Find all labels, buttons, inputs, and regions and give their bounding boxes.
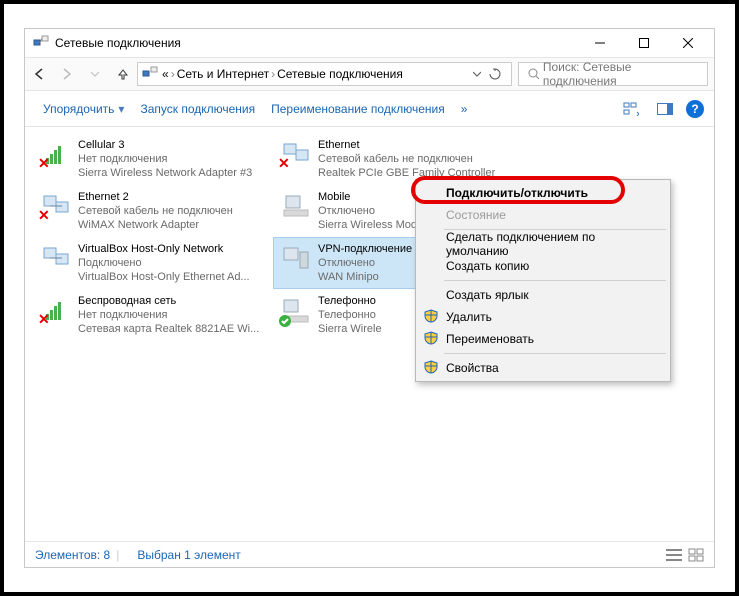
window-title: Сетевые подключения xyxy=(55,36,578,50)
connection-item[interactable]: ✕ Беспроводная сетьНет подключенияСетева… xyxy=(33,289,273,341)
history-dropdown[interactable] xyxy=(471,70,483,78)
vpn-icon xyxy=(280,242,312,274)
ctx-create-copy[interactable]: Создать копию xyxy=(418,255,668,277)
modem-icon xyxy=(280,190,312,222)
shield-icon xyxy=(424,360,438,374)
breadcrumb[interactable]: « › Сеть и Интернет › Сетевые подключени… xyxy=(137,62,512,86)
ctx-state: Состояние xyxy=(418,204,668,226)
details-view-button[interactable] xyxy=(666,548,682,562)
minimize-button[interactable] xyxy=(578,29,622,57)
large-icons-view-button[interactable] xyxy=(688,548,704,562)
x-overlay-icon: ✕ xyxy=(278,155,290,172)
overflow-button[interactable]: » xyxy=(453,96,476,122)
up-button[interactable] xyxy=(109,60,137,88)
maximize-button[interactable] xyxy=(622,29,666,57)
rename-connection-button[interactable]: Переименование подключения xyxy=(263,96,453,122)
close-button[interactable] xyxy=(666,29,710,57)
x-overlay-icon: ✕ xyxy=(38,155,50,172)
ctx-rename[interactable]: Переименовать xyxy=(418,328,668,350)
dialup-icon xyxy=(280,294,312,326)
search-input[interactable]: Поиск: Сетевые подключения xyxy=(518,62,708,86)
ctx-connect-disconnect[interactable]: Подключить/отключить xyxy=(418,182,668,204)
ctx-properties[interactable]: Свойства xyxy=(418,357,668,379)
preview-pane-button[interactable] xyxy=(652,97,678,121)
ctx-create-shortcut[interactable]: Создать ярлык xyxy=(418,284,668,306)
chevron-right-icon[interactable]: › xyxy=(269,67,277,81)
help-button[interactable]: ? xyxy=(686,100,704,118)
connection-item[interactable]: ✕ Cellular 3Нет подключенияSierra Wirele… xyxy=(33,133,273,185)
back-button[interactable] xyxy=(25,60,53,88)
titlebar: Сетевые подключения xyxy=(25,29,714,57)
selection-count: Выбран 1 элемент xyxy=(137,548,240,562)
check-overlay-icon xyxy=(278,314,292,328)
view-options-button[interactable] xyxy=(618,97,644,121)
ctx-delete[interactable]: Удалить xyxy=(418,306,668,328)
context-menu: Подключить/отключить Состояние Сделать п… xyxy=(415,179,671,382)
refresh-button[interactable] xyxy=(483,68,507,80)
connection-item[interactable]: ✕ Ethernet 2Сетевой кабель не подключенW… xyxy=(33,185,273,237)
status-bar: Элементов: 8 | Выбран 1 элемент xyxy=(25,541,714,567)
cellular-icon: ✕ xyxy=(40,138,72,170)
breadcrumb-prefix: « xyxy=(162,67,169,81)
network-connections-icon xyxy=(33,35,49,51)
organize-menu[interactable]: Упорядочить▾ xyxy=(35,96,132,122)
command-bar: Упорядочить▾ Запуск подключения Переимен… xyxy=(25,91,714,127)
shield-icon xyxy=(424,331,438,345)
ctx-make-default[interactable]: Сделать подключением по умолчанию xyxy=(418,233,668,255)
search-icon xyxy=(525,68,543,80)
connection-item[interactable]: VirtualBox Host-Only NetworkПодключеноVi… xyxy=(33,237,273,289)
separator xyxy=(444,353,666,354)
ethernet-icon xyxy=(40,242,72,274)
address-bar-row: « › Сеть и Интернет › Сетевые подключени… xyxy=(25,57,714,91)
explorer-window: Сетевые подключения « › Сеть и Интернет … xyxy=(24,28,715,568)
wifi-icon: ✕ xyxy=(40,294,72,326)
breadcrumb-item[interactable]: Сеть и Интернет xyxy=(177,67,269,81)
item-count: Элементов: 8 xyxy=(35,548,110,562)
chevron-right-icon[interactable]: › xyxy=(169,67,177,81)
separator xyxy=(444,280,666,281)
recent-locations-button[interactable] xyxy=(81,60,109,88)
ethernet-icon: ✕ xyxy=(40,190,72,222)
forward-button[interactable] xyxy=(53,60,81,88)
connection-item[interactable]: ✕ EthernetСетевой кабель не подключенRea… xyxy=(273,133,513,185)
network-icon xyxy=(142,66,158,82)
shield-icon xyxy=(424,309,438,323)
breadcrumb-item[interactable]: Сетевые подключения xyxy=(277,67,403,81)
x-overlay-icon: ✕ xyxy=(38,207,50,224)
x-overlay-icon: ✕ xyxy=(38,311,50,328)
content-area: ✕ Cellular 3Нет подключенияSierra Wirele… xyxy=(25,127,714,541)
ethernet-icon: ✕ xyxy=(280,138,312,170)
search-placeholder: Поиск: Сетевые подключения xyxy=(543,60,707,88)
start-connection-button[interactable]: Запуск подключения xyxy=(132,96,263,122)
